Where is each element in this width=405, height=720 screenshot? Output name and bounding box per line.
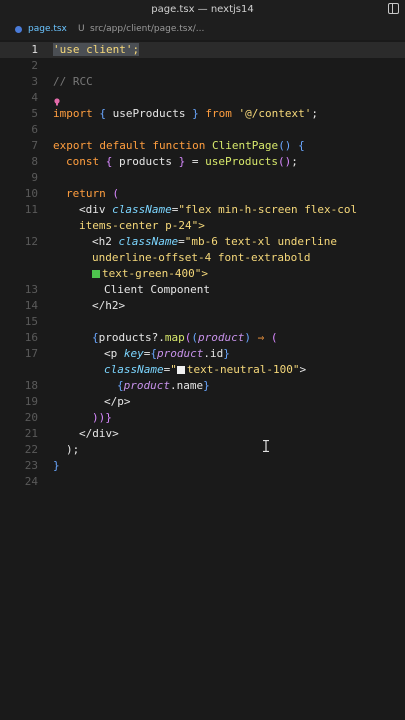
- code-line: 2: [0, 58, 405, 74]
- line-number: 6: [31, 123, 38, 136]
- code-line-wrap: text-green-400">: [0, 266, 405, 282]
- code-line-wrap: items-center p-24">: [0, 218, 405, 234]
- code-text[interactable]: return (: [66, 186, 119, 202]
- line-number: 22: [24, 443, 38, 456]
- line-number: 7: [31, 139, 38, 152]
- code-text[interactable]: <h2 className="mb-6 text-xl underline: [92, 234, 337, 250]
- code-line-wrap: underline-offset-4 font-extrabold: [0, 250, 405, 266]
- text-cursor-icon: [263, 440, 269, 452]
- code-line: 24: [0, 474, 405, 490]
- code-line: 14 </h2>: [0, 298, 405, 314]
- code-text[interactable]: ))}: [92, 410, 112, 426]
- code-text[interactable]: items-center p-24">: [79, 218, 205, 234]
- code-line: 3 // RCC: [0, 74, 405, 90]
- code-text[interactable]: {products?.map((product) ⇒ (: [92, 330, 277, 346]
- code-line: 12 <h2 className="mb-6 text-xl underline: [0, 234, 405, 250]
- code-line: 13 Client Component: [0, 282, 405, 298]
- code-text[interactable]: <div className="flex min-h-screen flex-c…: [79, 202, 357, 218]
- tab-path: src/app/client/page.tsx/...: [90, 24, 205, 34]
- line-number: 9: [31, 171, 38, 184]
- code-line: 19 </p>: [0, 394, 405, 410]
- line-number: 8: [31, 155, 38, 168]
- typescript-file-icon: [15, 26, 22, 33]
- code-text[interactable]: );: [66, 442, 79, 458]
- code-line: 10 return (: [0, 186, 405, 202]
- code-text[interactable]: Client Component: [104, 282, 210, 298]
- code-line: 15: [0, 314, 405, 330]
- code-text[interactable]: </div>: [79, 426, 119, 442]
- tab-file-name[interactable]: page.tsx: [28, 24, 67, 34]
- line-number: 23: [24, 459, 38, 472]
- code-comment[interactable]: // RCC: [53, 74, 93, 90]
- code-line: 21 </div>: [0, 426, 405, 442]
- line-number: 17: [24, 347, 38, 360]
- code-editor[interactable]: 1 'use client'; 2 3 // RCC 4 5 import { …: [0, 40, 405, 720]
- line-number: 21: [24, 427, 38, 440]
- tab-modified-badge: U: [78, 24, 85, 34]
- code-text[interactable]: import { useProducts } from '@/context';: [53, 106, 318, 122]
- line-number: 4: [31, 91, 38, 104]
- code-selection: 'use client';: [53, 43, 140, 56]
- code-text[interactable]: }: [53, 458, 60, 474]
- code-line: 1 'use client';: [0, 42, 405, 58]
- code-line-wrap: className=" text-neutral-100">: [0, 362, 405, 378]
- line-number: 14: [24, 299, 38, 312]
- code-line: 22 );: [0, 442, 405, 458]
- line-number: 16: [24, 331, 38, 344]
- line-number: 11: [24, 203, 38, 216]
- code-text[interactable]: </h2>: [92, 298, 125, 314]
- code-line: 18 {product.name}: [0, 378, 405, 394]
- code-line: 17 <p key={product.id}: [0, 346, 405, 362]
- code-text[interactable]: underline-offset-4 font-extrabold: [92, 250, 311, 266]
- code-line: 9: [0, 170, 405, 186]
- code-text[interactable]: 'use client';: [53, 42, 140, 58]
- line-number: 12: [24, 235, 38, 248]
- code-line: 4: [0, 90, 405, 106]
- line-number: 13: [24, 283, 38, 296]
- code-line: 7 export default function ClientPage() {: [0, 138, 405, 154]
- sidebar-toggle-icon[interactable]: [388, 3, 399, 14]
- color-swatch-green[interactable]: [92, 270, 100, 278]
- line-number: 24: [24, 475, 38, 488]
- code-text[interactable]: <p key={product.id}: [104, 346, 230, 362]
- code-line: 20 ))}: [0, 410, 405, 426]
- tab-bar: page.tsx U src/app/client/page.tsx/...: [0, 20, 405, 56]
- code-text[interactable]: </p>: [104, 394, 131, 410]
- code-text[interactable]: className=" text-neutral-100">: [104, 362, 306, 378]
- code-line: 6: [0, 122, 405, 138]
- line-number: 5: [31, 107, 38, 120]
- color-swatch-neutral[interactable]: [176, 366, 185, 374]
- window-title: page.tsx — nextjs14: [151, 4, 254, 15]
- code-line: 8 const { products } = useProducts();: [0, 154, 405, 170]
- line-number: 2: [31, 59, 38, 72]
- line-number: 18: [24, 379, 38, 392]
- code-text[interactable]: const { products } = useProducts();: [66, 154, 298, 170]
- code-line: 5 import { useProducts } from '@/context…: [0, 106, 405, 122]
- code-line: 23 }: [0, 458, 405, 474]
- line-number: 19: [24, 395, 38, 408]
- line-number: 10: [24, 187, 38, 200]
- title-bar: page.tsx — nextjs14: [0, 0, 405, 20]
- line-number: 1: [31, 43, 38, 56]
- line-number: 3: [31, 75, 38, 88]
- code-text[interactable]: text-green-400">: [92, 266, 208, 282]
- code-line: 11 <div className="flex min-h-screen fle…: [0, 202, 405, 218]
- line-number: 15: [24, 315, 38, 328]
- code-text[interactable]: {product.name}: [117, 378, 210, 394]
- code-line: 16 {products?.map((product) ⇒ (: [0, 330, 405, 346]
- line-number: 20: [24, 411, 38, 424]
- code-text[interactable]: export default function ClientPage() {: [53, 138, 305, 154]
